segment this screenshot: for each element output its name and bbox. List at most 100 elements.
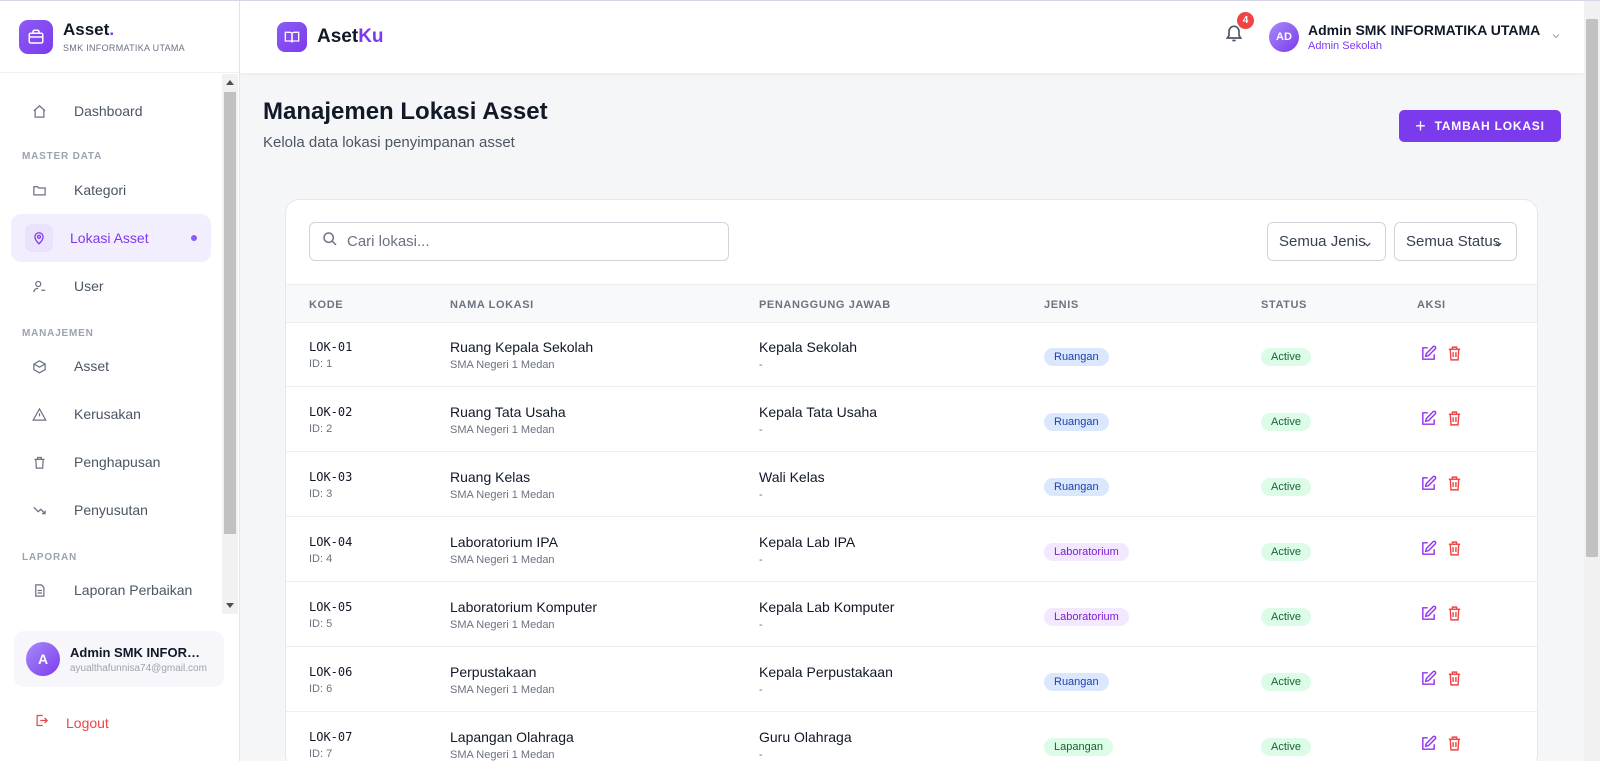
delete-icon[interactable] [1446, 345, 1464, 363]
trash-icon [29, 452, 49, 472]
sidebar-brand-name: Asset. [63, 20, 115, 39]
person-in-charge: Guru Olahraga [759, 729, 852, 745]
edit-icon[interactable] [1420, 475, 1438, 493]
edit-icon[interactable] [1420, 410, 1438, 428]
status-badge: Active [1261, 543, 1311, 561]
header-profile-name: Admin SMK INFORMATIKA UTAMA [1308, 22, 1541, 38]
table-row: LOK-06 ID: 6 Perpustakaan SMA Negeri 1 Meda… [286, 648, 1537, 712]
delete-icon[interactable] [1446, 540, 1464, 558]
person-in-charge: Kepala Tata Usaha [759, 404, 878, 420]
chevron-down-icon [1550, 29, 1562, 47]
type-badge: Ruangan [1044, 673, 1109, 691]
sidebar-item-penyusutan[interactable]: Penyusutan [11, 486, 211, 534]
sidebar-scrollbar[interactable] [222, 74, 238, 614]
column-header-aksi: AKSI [1417, 299, 1446, 311]
location-code: LOK-02 [309, 405, 353, 419]
location-code: LOK-05 [309, 600, 353, 614]
header-profile-menu[interactable]: AD Admin SMK INFORMATIKA UTAMA Admin Sek… [1269, 22, 1562, 52]
person-in-charge-detail: - [759, 749, 763, 761]
column-header-status: STATUS [1261, 299, 1307, 311]
status-badge: Active [1261, 608, 1311, 626]
table-row: LOK-03 ID: 3 Ruang Kelas SMA Negeri 1 Medan… [286, 453, 1537, 517]
status-badge: Active [1261, 673, 1311, 691]
status-badge: Active [1261, 348, 1311, 366]
location-school: SMA Negeri 1 Medan [450, 619, 555, 631]
table-row: LOK-04 ID: 4 Laboratorium IPA SMA Negeri 1 … [286, 518, 1537, 582]
sidebar-item-label: Dashboard [74, 103, 143, 119]
sidebar-item-lokasi-asset[interactable]: Lokasi Asset [11, 214, 211, 262]
delete-icon[interactable] [1446, 475, 1464, 493]
jenis-filter-value: Semua Jenis [1279, 233, 1366, 250]
sidebar-item-user[interactable]: User [11, 262, 211, 310]
person-in-charge: Kepala Lab IPA [759, 534, 856, 550]
sidebar-item-label: Penyusutan [74, 502, 148, 518]
add-location-button[interactable]: + TAMBAH LOKASI [1399, 110, 1561, 142]
logout-button[interactable]: Logout [34, 713, 109, 733]
person-in-charge: Kepala Perpustakaan [759, 664, 893, 680]
status-badge: Active [1261, 738, 1311, 756]
edit-icon[interactable] [1420, 540, 1438, 558]
location-code: LOK-04 [309, 535, 353, 549]
location-school: SMA Negeri 1 Medan [450, 359, 555, 371]
sidebar-user-email: ayualthafunnisa74@gmail.com [70, 662, 207, 674]
type-badge: Laboratorium [1044, 543, 1129, 561]
edit-icon[interactable] [1420, 735, 1438, 753]
sidebar-item-penghapusan[interactable]: Penghapusan [11, 438, 211, 486]
location-code: LOK-06 [309, 665, 353, 679]
sidebar-item-laporan-perbaikan[interactable]: Laporan Perbaikan [11, 566, 211, 614]
top-header: AsetKu 4 AD Admin SMK INFORMATIKA UTAMA … [240, 1, 1584, 74]
sidebar: Asset. SMK INFORMATIKA UTAMA Dashboard M… [0, 1, 240, 761]
notification-badge: 4 [1237, 12, 1254, 29]
delete-icon[interactable] [1446, 410, 1464, 428]
sidebar-section-master-data: MASTER DATA [22, 151, 103, 162]
type-badge: Ruangan [1044, 413, 1109, 431]
page-scrollbar[interactable] [1584, 1, 1600, 761]
location-school: SMA Negeri 1 Medan [450, 684, 555, 696]
status-filter-select[interactable]: Semua Status [1394, 222, 1517, 261]
location-school: SMA Negeri 1 Medan [450, 424, 555, 436]
jenis-filter-select[interactable]: Semua Jenis [1267, 222, 1386, 261]
page-scrollbar-thumb[interactable] [1586, 19, 1598, 557]
location-code: LOK-01 [309, 340, 353, 354]
scroll-down-arrow-icon[interactable] [226, 603, 234, 608]
locations-card: Semua Jenis Semua Status KODE NAMA LOKAS… [285, 199, 1538, 761]
header-brand[interactable]: AsetKu [277, 22, 384, 52]
folder-icon [29, 180, 49, 200]
location-name: Ruang Tata Usaha [450, 404, 566, 420]
sidebar-item-label: Asset [74, 358, 110, 374]
delete-icon[interactable] [1446, 670, 1464, 688]
scroll-up-arrow-icon[interactable] [226, 80, 234, 85]
location-id: ID: 2 [309, 423, 333, 435]
person-in-charge: Kepala Sekolah [759, 339, 858, 355]
sidebar-item-label: Kerusakan [74, 406, 141, 422]
person-in-charge: Kepala Lab Komputer [759, 599, 895, 615]
edit-icon[interactable] [1420, 605, 1438, 623]
search-field[interactable] [309, 222, 729, 261]
sidebar-item-label: Laporan Perbaikan [74, 582, 193, 598]
active-indicator-dot [191, 235, 197, 241]
sidebar-item-asset[interactable]: Asset [11, 342, 211, 390]
sidebar-item-kerusakan[interactable]: Kerusakan [11, 390, 211, 438]
logout-icon [34, 713, 49, 733]
sidebar-user-card[interactable]: A Admin SMK INFORMATIKA UTAMA ayualthafu… [14, 631, 224, 687]
sidebar-item-kategori[interactable]: Kategori [11, 166, 211, 214]
search-input[interactable] [347, 233, 707, 250]
type-badge: Lapangan [1044, 738, 1113, 756]
delete-icon[interactable] [1446, 605, 1464, 623]
person-in-charge-detail: - [759, 554, 763, 566]
sidebar-item-label: Penghapusan [74, 454, 161, 470]
sidebar-item-dashboard[interactable]: Dashboard [11, 87, 211, 135]
add-location-label: TAMBAH LOKASI [1434, 119, 1545, 133]
type-badge: Laboratorium [1044, 608, 1129, 626]
edit-icon[interactable] [1420, 670, 1438, 688]
person-in-charge-detail: - [759, 359, 763, 371]
sidebar-scrollbar-thumb[interactable] [224, 92, 236, 534]
location-name: Ruang Kelas [450, 469, 531, 485]
delete-icon[interactable] [1446, 735, 1464, 753]
home-icon [29, 101, 49, 121]
location-id: ID: 7 [309, 748, 333, 760]
header-profile-role: Admin Sekolah [1308, 40, 1382, 52]
edit-icon[interactable] [1420, 345, 1438, 363]
chevron-down-icon [1493, 237, 1504, 254]
user-icon [29, 276, 49, 296]
